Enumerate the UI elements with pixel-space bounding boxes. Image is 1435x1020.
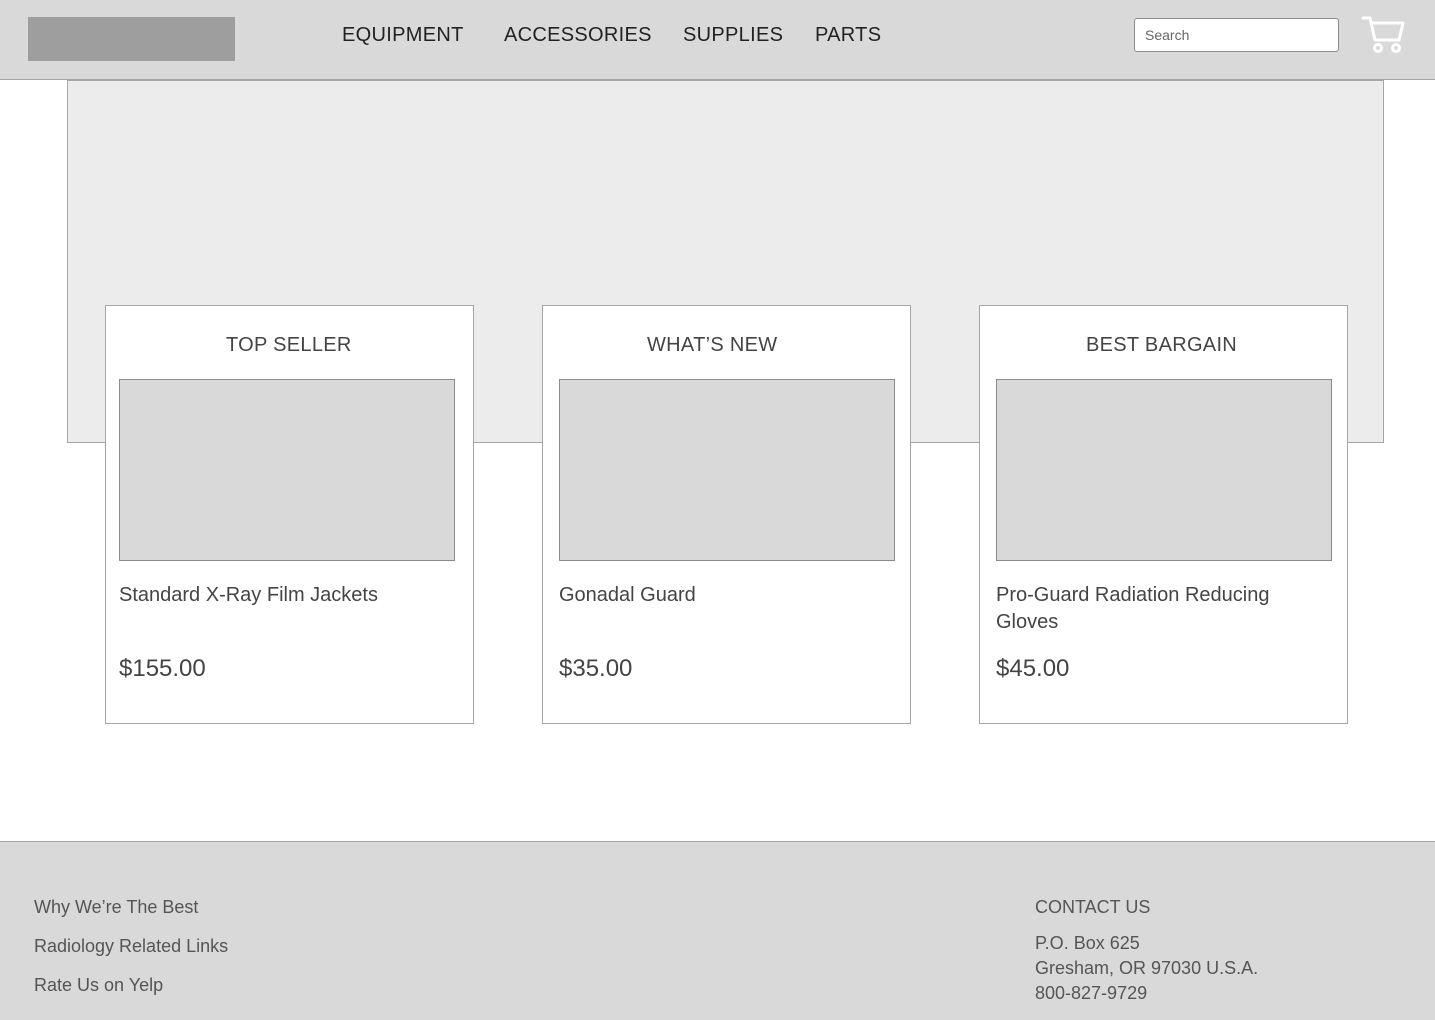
product-image[interactable]	[996, 379, 1332, 561]
nav-parts[interactable]: PARTS	[815, 24, 881, 47]
contact-heading: CONTACT US	[1035, 897, 1151, 917]
nav-equipment[interactable]: EQUIPMENT	[342, 24, 464, 47]
card-heading: BEST BARGAIN	[1086, 334, 1238, 356]
product-price: $35.00	[559, 655, 633, 682]
footer-link-yelp[interactable]: Rate Us on Yelp	[34, 975, 163, 996]
product-card-top-seller[interactable]: TOP SELLER Standard X-Ray Film Jackets $…	[105, 305, 474, 724]
nav-accessories[interactable]: ACCESSORIES	[504, 24, 652, 47]
product-image[interactable]	[559, 379, 895, 561]
card-heading: WHAT’S NEW	[647, 334, 778, 356]
product-name[interactable]: Standard X-Ray Film Jackets	[119, 582, 419, 609]
product-name[interactable]: Pro-Guard Radiation Reducing Gloves	[996, 582, 1296, 636]
nav-supplies[interactable]: SUPPLIES	[683, 24, 783, 47]
product-card-best-bargain[interactable]: BEST BARGAIN Pro-Guard Radiation Reducin…	[979, 305, 1348, 724]
search-input[interactable]	[1134, 18, 1339, 52]
logo-placeholder[interactable]	[28, 17, 235, 61]
contact-address-line-1: P.O. Box 625	[1035, 933, 1140, 953]
card-heading: TOP SELLER	[226, 334, 352, 356]
product-card-whats-new[interactable]: WHAT’S NEW Gonadal Guard $35.00	[542, 305, 911, 724]
product-price: $155.00	[119, 655, 206, 682]
product-name[interactable]: Gonadal Guard	[559, 582, 859, 609]
footer-link-radiology[interactable]: Radiology Related Links	[34, 936, 228, 957]
site-header: EQUIPMENT ACCESSORIES SUPPLIES PARTS	[0, 0, 1435, 80]
product-image[interactable]	[119, 379, 455, 561]
footer-link-why-best[interactable]: Why We’re The Best	[34, 897, 198, 918]
shopping-cart-icon[interactable]	[1361, 14, 1405, 56]
site-footer: Why We’re The Best Radiology Related Lin…	[0, 841, 1435, 1020]
contact-address-line-2: Gresham, OR 97030 U.S.A.	[1035, 958, 1259, 978]
product-price: $45.00	[996, 655, 1070, 682]
contact-phone[interactable]: 800-827-9729	[1035, 983, 1147, 1004]
